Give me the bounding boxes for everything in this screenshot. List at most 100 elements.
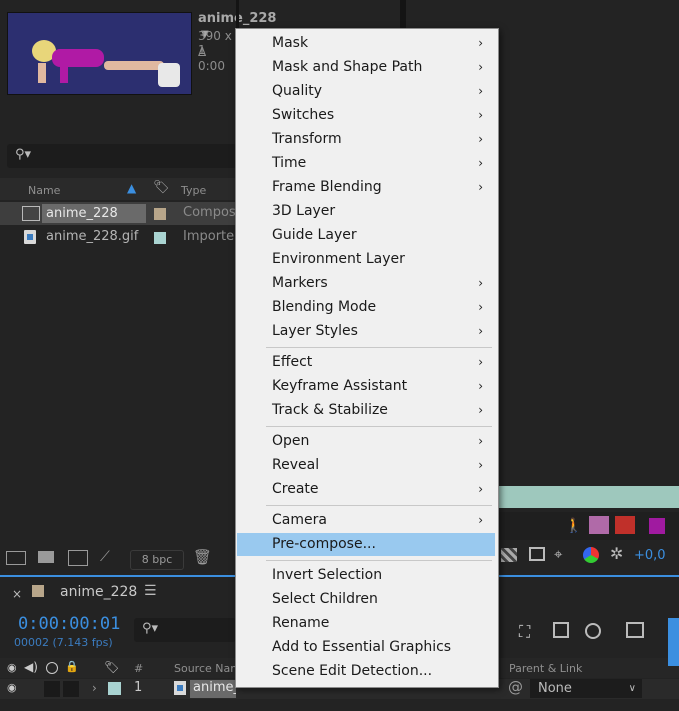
region-of-interest-icon[interactable] — [529, 547, 545, 561]
column-source-name[interactable]: Source Nam — [174, 662, 241, 675]
timeline-comp-tab[interactable]: × anime_228 ☰ — [0, 577, 236, 607]
new-composition-icon[interactable] — [68, 550, 88, 566]
lock-toggle[interactable] — [63, 681, 79, 697]
menu-item-rename[interactable]: Rename — [237, 612, 495, 635]
label-color-swatch[interactable] — [154, 232, 166, 244]
submenu-arrow-icon: › — [478, 513, 483, 527]
menu-item-mask-and-shape-path[interactable]: Mask and Shape Path › — [237, 56, 495, 79]
transparency-grid-icon[interactable] — [501, 548, 517, 562]
menu-item-markers[interactable]: Markers › — [237, 272, 495, 295]
menu-item-3d-layer[interactable]: 3D Layer — [237, 200, 495, 223]
project-panel: anime_228 ▼ 390 x 1 Δ 0:00 ⚲▾ Name ▲ 🏷 T… — [0, 0, 276, 573]
label-color-swatch[interactable] — [154, 208, 166, 220]
menu-item-frame-blending[interactable]: Frame Blending › — [237, 176, 495, 199]
item-name: anime_228.gif — [46, 229, 139, 244]
graph-editor-icon[interactable] — [626, 622, 644, 638]
composition-thumbnail — [7, 12, 192, 95]
column-name[interactable]: Name — [28, 184, 60, 197]
menu-item-label: Open — [272, 433, 310, 449]
visibility-eye-icon[interactable]: ◉ — [7, 681, 17, 694]
menu-item-time[interactable]: Time › — [237, 152, 495, 175]
bit-depth-button[interactable]: 8 bpc — [130, 550, 184, 570]
comp-duration-info: Δ 0:00 — [198, 45, 225, 73]
project-item-row[interactable]: anime_228 Compos — [0, 202, 236, 225]
project-settings-icon[interactable]: ⟋ — [100, 549, 110, 565]
lock-icon[interactable]: 🔒 — [65, 660, 79, 673]
draft-3d-icon[interactable]: 🚶 — [565, 518, 582, 534]
menu-item-switches[interactable]: Switches › — [237, 104, 495, 127]
menu-item-transform[interactable]: Transform › — [237, 128, 495, 151]
menu-item-quality[interactable]: Quality › — [237, 80, 495, 103]
menu-item-add-to-essential-graphics[interactable]: Add to Essential Graphics — [237, 636, 495, 659]
solo-icon[interactable] — [46, 662, 58, 674]
audio-speaker-icon[interactable]: ◀) — [24, 660, 38, 674]
current-timecode[interactable]: 0:00:00:01 — [18, 614, 120, 634]
viewer-controls-bar: ⌖ ✲ +0,0 — [497, 542, 679, 570]
menu-item-mask[interactable]: Mask › — [237, 32, 495, 55]
timeline-search-input[interactable]: ⚲▾ — [134, 618, 236, 642]
frame-blending-icon[interactable] — [649, 518, 665, 534]
channel-rgb-icon[interactable] — [583, 547, 599, 563]
menu-item-create[interactable]: Create › — [237, 478, 495, 501]
item-type: Compos — [183, 205, 236, 220]
menu-item-label: Effect — [272, 354, 313, 370]
column-parent-link[interactable]: Parent & Link — [509, 662, 582, 675]
visibility-eye-icon[interactable]: ◉ — [7, 661, 17, 674]
submenu-arrow-icon: › — [478, 180, 483, 194]
layer-source-name[interactable]: anime_228.gif — [190, 680, 236, 698]
menu-separator — [266, 505, 492, 506]
menu-item-label: Quality — [272, 83, 323, 99]
menu-item-label: Add to Essential Graphics — [272, 639, 452, 655]
viewer-footer-bar: 🚶 — [497, 512, 679, 540]
menu-item-select-children[interactable]: Select Children — [237, 588, 495, 611]
close-tab-icon[interactable]: × — [12, 587, 22, 601]
layer-label-swatch[interactable] — [108, 682, 121, 695]
sort-ascending-icon[interactable]: ▲ — [127, 181, 136, 195]
exposure-value[interactable]: +0,0 — [634, 548, 666, 563]
pick-whip-icon[interactable]: @ — [508, 678, 523, 696]
menu-item-keyframe-assistant[interactable]: Keyframe Assistant › — [237, 375, 495, 398]
timeline-scroll-indicator[interactable] — [668, 618, 679, 666]
frame-count: 00002 (7.143 fps) — [14, 636, 113, 649]
menu-item-camera[interactable]: Camera › — [237, 509, 495, 532]
item-name: anime_228 — [42, 204, 146, 223]
menu-item-layer-styles[interactable]: Layer Styles › — [237, 320, 495, 343]
menu-item-blending-mode[interactable]: Blending Mode › — [237, 296, 495, 319]
image-file-icon — [174, 681, 186, 695]
composition-icon — [22, 206, 40, 221]
menu-item-environment-layer[interactable]: Environment Layer — [237, 248, 495, 271]
audio-toggle[interactable] — [44, 681, 60, 697]
label-tag-icon[interactable]: 🏷 — [104, 660, 119, 674]
label-tag-icon[interactable]: 🏷 — [153, 180, 170, 195]
panel-menu-icon[interactable]: ☰ — [144, 583, 157, 599]
shy-layers-icon[interactable] — [615, 516, 635, 534]
time-ruler-bar[interactable] — [497, 486, 679, 508]
target-region-icon[interactable]: ⌖ — [554, 545, 562, 563]
menu-item-track-stabilize[interactable]: Track & Stabilize › — [237, 399, 495, 422]
menu-item-effect[interactable]: Effect › — [237, 351, 495, 374]
menu-item-open[interactable]: Open › — [237, 430, 495, 453]
parent-dropdown[interactable]: None ∨ — [530, 679, 642, 698]
menu-item-pre-compose[interactable]: Pre-compose... — [237, 533, 495, 556]
trash-icon[interactable]: 🗑 — [193, 548, 212, 566]
menu-item-label: Environment Layer — [272, 251, 405, 267]
submenu-arrow-icon: › — [478, 156, 483, 170]
menu-item-label: Reveal — [272, 457, 320, 473]
shapes-icon[interactable] — [585, 623, 601, 639]
new-folder-icon[interactable] — [38, 551, 54, 563]
comp-mini-flowchart-icon[interactable]: ⛶ — [519, 622, 530, 642]
menu-item-label: Create — [272, 481, 319, 497]
interpret-footage-icon[interactable] — [6, 551, 26, 565]
project-item-row[interactable]: anime_228.gif Importe — [0, 226, 236, 249]
menu-item-scene-edit-detection[interactable]: Scene Edit Detection... — [237, 660, 495, 683]
menu-item-guide-layer[interactable]: Guide Layer — [237, 224, 495, 247]
column-type[interactable]: Type — [181, 184, 206, 197]
menu-item-invert-selection[interactable]: Invert Selection — [237, 564, 495, 587]
project-search-input[interactable]: ⚲▾ — [7, 144, 237, 168]
menu-item-reveal[interactable]: Reveal › — [237, 454, 495, 477]
exposure-icon[interactable]: ✲ — [610, 544, 623, 563]
menu-item-label: Invert Selection — [272, 567, 383, 583]
motion-blur-icon[interactable] — [589, 516, 609, 534]
expand-chevron-icon[interactable]: › — [92, 681, 97, 695]
film-strip-icon[interactable] — [553, 622, 569, 638]
